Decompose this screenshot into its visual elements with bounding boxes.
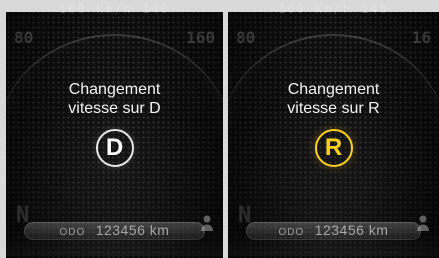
cluster-gear-change-comparison: 100 km/h 140 80 160 Changement vitesse s…	[0, 0, 439, 258]
driver-profile-icon	[201, 215, 213, 231]
message-line-2: vitesse sur R	[287, 100, 380, 117]
odometer-label: ODO	[59, 227, 86, 238]
cluster-panel-right: 100 km/h 140 80 16 Changement vitesse su…	[228, 0, 439, 258]
speed-scale-hint: 100 km/h 140	[59, 2, 170, 16]
odometer-readout: ODO 123456 km	[228, 222, 439, 238]
gear-letter: R	[324, 134, 343, 161]
message-line-2: vitesse sur D	[68, 100, 161, 117]
message-line-1: Changement	[287, 81, 380, 98]
odometer-unit: km	[149, 222, 170, 238]
gear-indicator-r: R	[314, 129, 353, 167]
odometer-value: 123456	[95, 222, 146, 238]
driver-profile-icon	[417, 215, 429, 231]
speed-scale-right: 160	[186, 28, 215, 47]
odometer-unit: km	[368, 222, 389, 238]
gear-change-message: Changement vitesse sur R	[228, 80, 439, 118]
odometer-label: ODO	[278, 227, 305, 238]
gear-indicator-d: D	[95, 129, 134, 167]
odometer-readout: ODO 123456 km	[6, 222, 223, 238]
speed-scale-hint: 100 km/h 140	[278, 2, 389, 16]
speed-scale-left: 80	[14, 28, 34, 47]
odometer-value: 123456	[314, 222, 365, 238]
cluster-panel-left: 100 km/h 140 80 160 Changement vitesse s…	[6, 0, 223, 258]
gear-letter: D	[105, 134, 124, 161]
message-line-1: Changement	[68, 81, 161, 98]
speed-scale-right: 16	[411, 28, 431, 47]
gear-change-message: Changement vitesse sur D	[6, 80, 223, 118]
speed-scale-left: 80	[236, 28, 256, 47]
